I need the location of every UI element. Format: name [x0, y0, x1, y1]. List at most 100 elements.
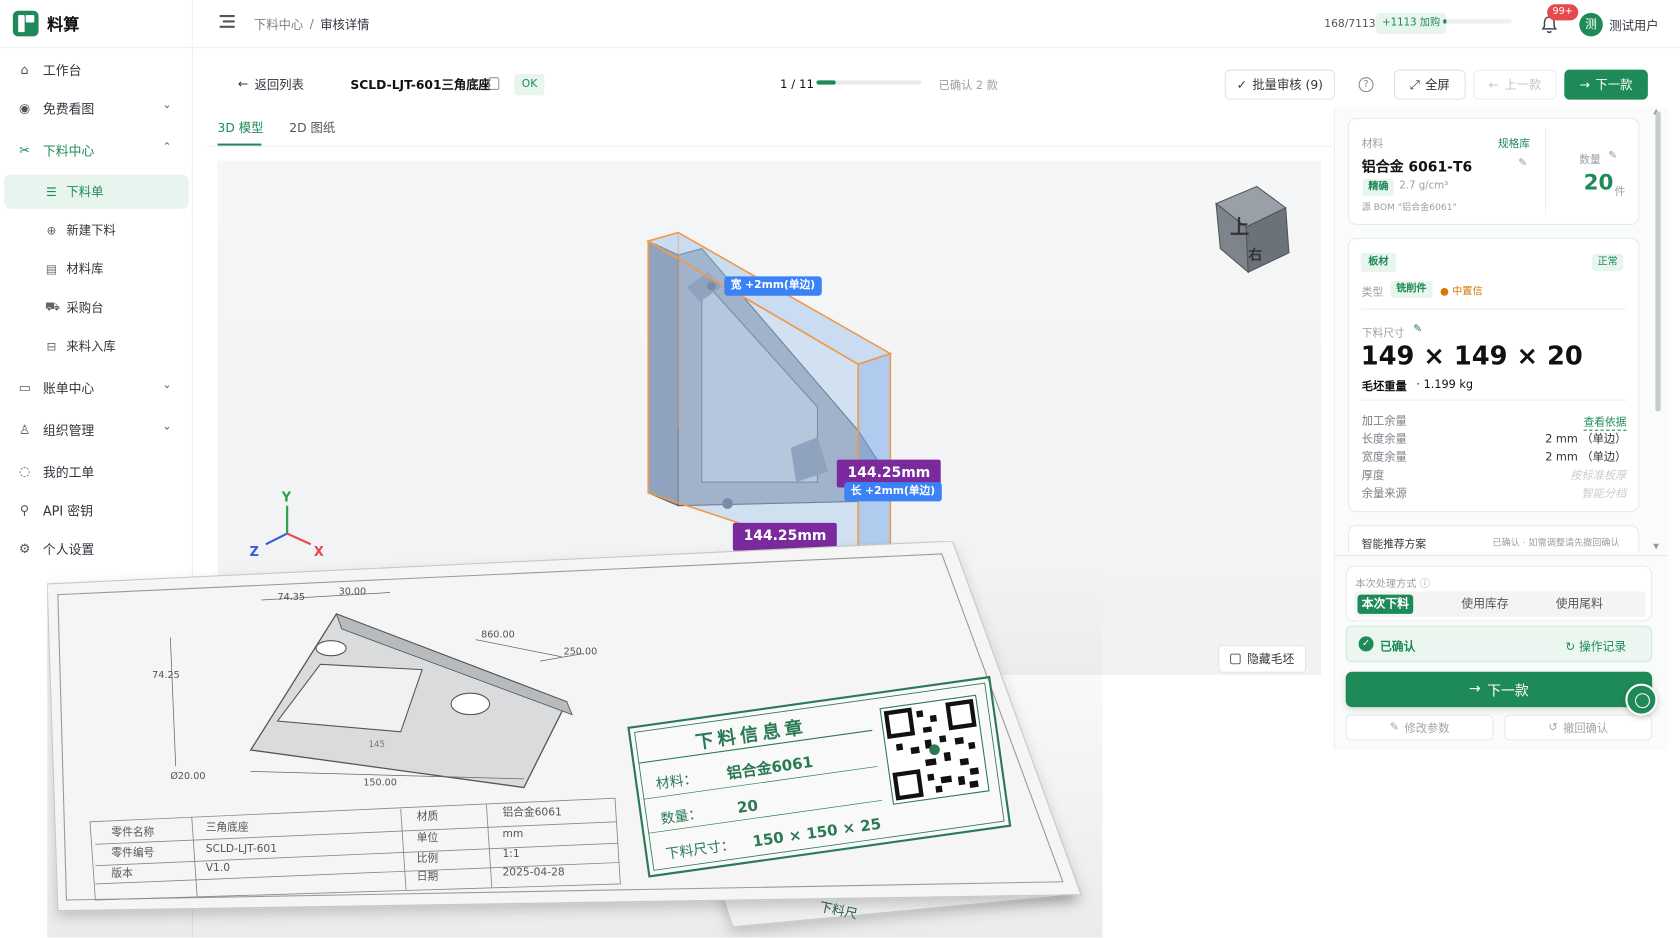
- hide-blank-toggle[interactable]: 隐藏毛坯: [1218, 645, 1307, 673]
- sidebar-subitem-label: 新建下料: [66, 222, 116, 238]
- list-icon: ☰: [46, 184, 57, 199]
- operation-log-link[interactable]: ↻ 操作记录: [1565, 638, 1626, 655]
- allowance-key: 宽度余量: [1361, 451, 1407, 464]
- allowance-key: 余量来源: [1361, 487, 1407, 501]
- spec-library-link[interactable]: 规格库: [1498, 134, 1530, 150]
- allowance-row: 宽度余量 2 mm （单边）: [1362, 449, 1627, 467]
- view-basis-link[interactable]: 查看依据: [1583, 413, 1627, 431]
- chevron-up-icon: ⌃: [162, 141, 172, 154]
- check-icon: ✓: [1236, 77, 1247, 93]
- fullscreen-button[interactable]: ⤢ 全屏: [1393, 69, 1466, 100]
- chevron-down-icon: ⌄: [162, 99, 172, 112]
- title-block-value: 三角底座: [206, 820, 249, 833]
- sidebar-subitem-purchase[interactable]: ⛟ 采购台: [4, 290, 188, 324]
- title-block-value: SCLD-LJT-601: [206, 842, 277, 855]
- prev-item-button[interactable]: ← 上一款: [1473, 69, 1557, 100]
- method-option-cut[interactable]: 本次下料: [1357, 594, 1414, 614]
- method-label: 本次处理方式 ⓘ: [1355, 575, 1430, 591]
- help-icon[interactable]: ?: [1358, 77, 1374, 93]
- next-item-button[interactable]: → 下一款: [1564, 69, 1648, 100]
- scroll-down-icon[interactable]: ▼: [1653, 542, 1659, 551]
- key-icon: ⚲: [19, 502, 30, 518]
- sidebar-item-api-keys[interactable]: ⚲ API 密钥: [17, 492, 180, 528]
- tab-2d-drawing[interactable]: 2D 图纸: [289, 119, 335, 136]
- back-to-list-button[interactable]: ← 返回列表: [238, 76, 304, 93]
- progress-text: 1 / 11: [780, 77, 814, 92]
- sidebar-item-cutting-center[interactable]: ✂ 下料中心 ⌃: [17, 132, 180, 168]
- review-progress-bar: [816, 80, 922, 85]
- copy-icon[interactable]: [488, 77, 500, 91]
- title-block-key: 比例: [417, 851, 438, 864]
- arrow-right-icon: →: [1579, 77, 1591, 93]
- sidebar-item-org[interactable]: ♙ 组织管理 ⌄: [17, 411, 180, 447]
- sidebar-item-label: 账单中心: [42, 380, 95, 396]
- tab-3d-model[interactable]: 3D 模型: [218, 119, 264, 136]
- type-label: 类型: [1361, 287, 1384, 299]
- breadcrumb-current: 审核详情: [320, 17, 370, 33]
- chevron-down-icon: ⌄: [162, 421, 172, 433]
- method-label-text: 本次处理方式: [1355, 578, 1417, 591]
- brand-name: 料算: [47, 14, 80, 34]
- status-badge: OK: [514, 73, 545, 96]
- cart-icon: ⛟: [45, 299, 60, 314]
- title-block-key: 版本: [111, 866, 133, 879]
- sidebar-item-workbench[interactable]: ⌂ 工作台: [17, 51, 180, 87]
- precise-tag: 精确: [1362, 178, 1394, 197]
- view-cube[interactable]: 上 右: [1215, 185, 1290, 274]
- sidebar-subitem-cut-list[interactable]: ☰ 下料单: [4, 174, 189, 209]
- next-label: 下一款: [1595, 77, 1633, 93]
- gear-icon: ⚙: [18, 541, 31, 557]
- normal-status-tag: 正常: [1592, 253, 1624, 272]
- sidebar-item-my-tickets[interactable]: ◌ 我的工单: [17, 453, 180, 489]
- add-quota-button[interactable]: +1113 加购: [1375, 12, 1447, 35]
- drawing-dimension: Ø20.00: [170, 770, 205, 782]
- sidebar-item-free-view[interactable]: ◉ 免费看图 ⌄: [17, 90, 180, 126]
- allowance-value: 智能分档: [1581, 487, 1627, 501]
- sidebar-item-label: 我的工单: [42, 464, 95, 480]
- sidebar-subitem-label: 采购台: [66, 300, 104, 316]
- breadcrumb-parent[interactable]: 下料中心: [254, 16, 303, 33]
- back-label: 返回列表: [254, 77, 304, 93]
- arrow-right-icon: →: [1468, 681, 1481, 698]
- edit-material-icon[interactable]: ✎: [1518, 158, 1527, 170]
- title-block-value: mm: [503, 827, 524, 840]
- revoke-label: 撤回确认: [1563, 721, 1609, 735]
- sheet-tag: 板材: [1360, 252, 1397, 273]
- blank-weight-value: · 1.199 kg: [1416, 378, 1474, 392]
- top-header: [192, 0, 1680, 49]
- next-item-large-button[interactable]: → 下一款: [1345, 671, 1653, 708]
- checkbox-icon: [1230, 653, 1241, 665]
- username[interactable]: 测试用户: [1609, 17, 1658, 34]
- brand-logo[interactable]: 料算: [12, 10, 80, 37]
- sidebar-subitem-material-lib[interactable]: ▤ 材料库: [4, 252, 188, 286]
- avatar[interactable]: 测: [1579, 12, 1603, 37]
- sidebar-subitem-new-cut[interactable]: ⊕ 新建下料: [4, 213, 188, 247]
- panel-scrollbar[interactable]: [1655, 111, 1661, 412]
- drawing-dimension: 74.25: [152, 670, 180, 681]
- sidebar-subitem-inbound[interactable]: ⊟ 来料入库: [4, 329, 188, 363]
- breadcrumb-separator: /: [309, 16, 314, 32]
- method-option-remnant[interactable]: 使用尾料: [1547, 595, 1611, 614]
- notification-badge: 99+: [1547, 4, 1579, 21]
- next-label: 下一款: [1487, 683, 1529, 700]
- sidebar-item-billing[interactable]: ▭ 账单中心 ⌄: [17, 370, 180, 406]
- check-circle-icon: ✓: [1358, 636, 1374, 652]
- method-option-stock[interactable]: 使用库存: [1453, 595, 1517, 614]
- method-selector: 本次下料 使用库存 使用尾料: [1354, 591, 1646, 618]
- menu-toggle-icon[interactable]: [219, 15, 237, 30]
- material-label: 材料: [1361, 138, 1384, 151]
- confidence-label: 中置信: [1452, 286, 1483, 298]
- edit-params-button[interactable]: ✎ 修改参数: [1345, 714, 1494, 741]
- batch-review-button[interactable]: ✓ 批量审核 (9): [1224, 69, 1336, 100]
- card-divider: [1545, 128, 1547, 215]
- revoke-confirm-button[interactable]: ↺ 撤回确认: [1504, 714, 1653, 741]
- usage-count: 168/7113: [1324, 18, 1376, 31]
- edit-quantity-icon[interactable]: ✎: [1608, 150, 1617, 162]
- qr-code-icon: [879, 694, 990, 805]
- sidebar-item-label: 组织管理: [42, 422, 95, 438]
- chat-support-icon[interactable]: [1625, 683, 1658, 716]
- title-block-value: 2025-04-28: [503, 865, 565, 878]
- allowance-value: 2 mm （单边）: [1545, 432, 1627, 446]
- length-allowance-label: 长 +2mm(单边): [844, 482, 942, 502]
- edit-cut-size-icon[interactable]: ✎: [1413, 324, 1422, 336]
